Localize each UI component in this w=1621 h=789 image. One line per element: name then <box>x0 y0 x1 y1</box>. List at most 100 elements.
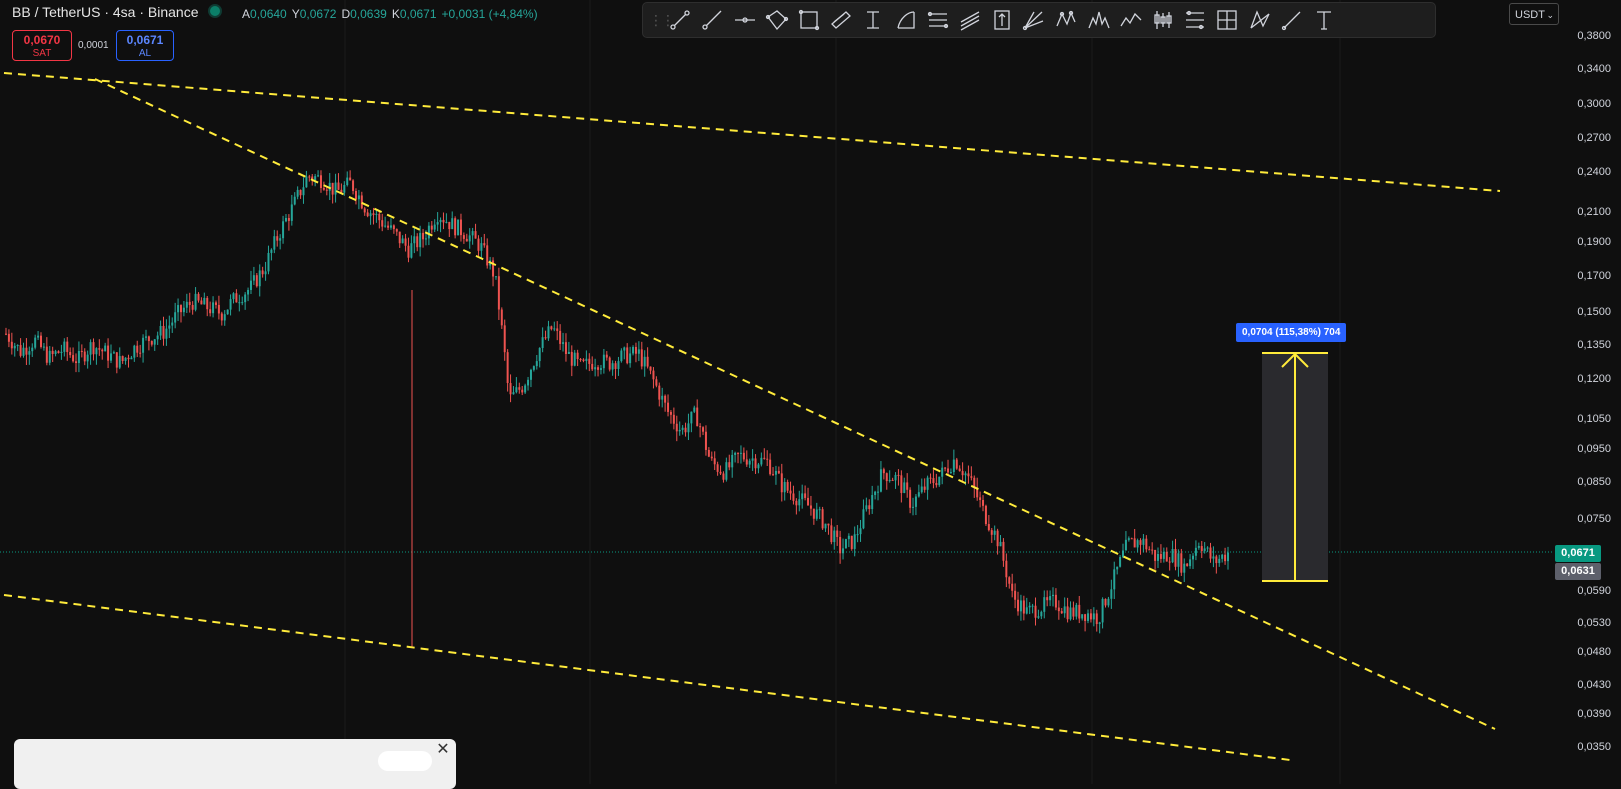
candle-body <box>556 328 559 331</box>
candle-body <box>7 333 10 342</box>
symbol-legend[interactable]: BB / TetherUS · 4sa · Binance <box>12 4 228 20</box>
ohlc-value: 0,0640 <box>250 7 287 21</box>
brush-tool[interactable] <box>1277 5 1307 35</box>
candle-body <box>422 232 425 240</box>
elliott-wave-icon <box>1120 12 1142 27</box>
buy-button[interactable]: 0,0671 AL <box>116 30 174 61</box>
candle-body <box>669 411 672 415</box>
text-tool[interactable] <box>1309 5 1339 35</box>
text-icon <box>1316 11 1331 30</box>
candle-body <box>296 189 299 197</box>
candle-body <box>594 367 597 370</box>
candle-body <box>737 452 740 454</box>
chart-canvas[interactable] <box>0 0 1552 784</box>
candle-body <box>949 472 952 474</box>
candle-body <box>177 305 180 313</box>
rotated-rectangle-tool[interactable] <box>826 5 856 35</box>
candle-body <box>430 225 433 230</box>
price-tick-label: 0,2400 <box>1577 166 1611 178</box>
regression-trend-tool[interactable] <box>955 5 985 35</box>
arc-tool[interactable] <box>891 5 921 35</box>
sell-button[interactable]: 0,0670 SAT <box>12 30 72 61</box>
candle-body <box>1078 604 1081 619</box>
candle-body <box>1025 607 1028 614</box>
candle-body <box>419 232 422 248</box>
candle-body <box>136 345 139 353</box>
ray-tool[interactable] <box>697 5 727 35</box>
candle-body <box>13 345 16 349</box>
candle-body <box>585 358 588 361</box>
currency-selector[interactable]: USDT ⌄ <box>1509 3 1559 25</box>
candle-body <box>468 235 471 242</box>
candle-body <box>792 493 795 501</box>
candle-body <box>935 483 938 486</box>
candle-body <box>1040 611 1043 617</box>
candle-body <box>1092 613 1095 620</box>
close-icon[interactable]: ✕ <box>434 741 452 759</box>
candle-body <box>477 238 480 251</box>
candle-body <box>57 351 60 354</box>
head-and-shoulders-tool[interactable] <box>1084 5 1114 35</box>
candle-body <box>325 189 328 191</box>
candle-body <box>384 225 387 227</box>
candle-body <box>1224 554 1227 562</box>
price-tick-label: 0,0430 <box>1577 679 1611 691</box>
price-range-tool[interactable] <box>1180 5 1210 35</box>
candle-body <box>1031 605 1034 607</box>
toolbar-drag-handle[interactable]: ⋮⋮ <box>649 12 675 29</box>
parallel-channel-tool[interactable] <box>762 5 792 35</box>
candle-body <box>914 496 917 507</box>
candle-body <box>436 222 439 225</box>
price-tick-label: 0,0350 <box>1577 741 1611 753</box>
candle-body <box>19 345 22 356</box>
candle-body <box>474 231 477 239</box>
elliott-wave-tool[interactable] <box>1116 5 1146 35</box>
chevron-down-icon: ⌄ <box>1546 10 1554 20</box>
candle-body <box>506 352 509 383</box>
candle-body <box>293 196 296 205</box>
price-tick-label: 0,0480 <box>1577 646 1611 658</box>
candle-body <box>608 357 611 370</box>
chart-area[interactable]: BB / TetherUS · 4sa · Binance A0,0640 Y0,… <box>0 0 1552 789</box>
candle-body <box>696 407 699 427</box>
price-scale[interactable]: 0,3800 0,3400 0,3000 0,2700 0,2400 0,2100 0,19… <box>1552 0 1621 784</box>
fib-retracement-tool[interactable] <box>923 5 953 35</box>
candle-body <box>150 341 153 345</box>
horizontal-line-tool[interactable] <box>730 5 760 35</box>
candle-body <box>1194 547 1197 556</box>
candle-body <box>74 361 77 364</box>
popup-pill-button[interactable] <box>378 751 432 771</box>
measure-label: 0,0704 (115,38%) 704 <box>1236 323 1347 342</box>
xabcd-pattern-tool[interactable] <box>1051 5 1081 35</box>
candle-body <box>462 235 465 239</box>
rectangle-tool[interactable] <box>794 5 824 35</box>
symbol-title[interactable]: BB / TetherUS · 4sa · Binance <box>12 4 199 20</box>
candle-body <box>853 534 856 549</box>
candle-body <box>658 385 661 400</box>
candle-body <box>798 499 801 506</box>
candle-pattern-tool[interactable] <box>1148 5 1178 35</box>
candle-body <box>632 346 635 354</box>
long-position-tool[interactable] <box>987 5 1017 35</box>
candle-body <box>521 389 524 393</box>
candle-body <box>1116 566 1119 570</box>
cross-line-tool[interactable] <box>858 5 888 35</box>
candle-body <box>772 474 775 476</box>
candle-body <box>518 387 521 390</box>
pitchfork-tool[interactable] <box>1019 5 1049 35</box>
candle-body <box>346 177 349 186</box>
candle-body <box>92 342 95 355</box>
candle-body <box>874 491 877 496</box>
candle-body <box>51 350 54 354</box>
bottom-popup: ✕ <box>14 739 456 789</box>
candle-body <box>276 236 279 241</box>
candle-body <box>836 530 839 537</box>
candle-body <box>1002 541 1005 561</box>
trend-line-tool[interactable] <box>665 5 695 35</box>
candle-body <box>369 213 372 217</box>
candle-body <box>279 238 282 241</box>
triangle-pattern-tool[interactable] <box>1245 5 1275 35</box>
candle-body <box>1104 598 1107 606</box>
date-price-range-tool[interactable] <box>1212 5 1242 35</box>
candle-body <box>497 276 500 310</box>
